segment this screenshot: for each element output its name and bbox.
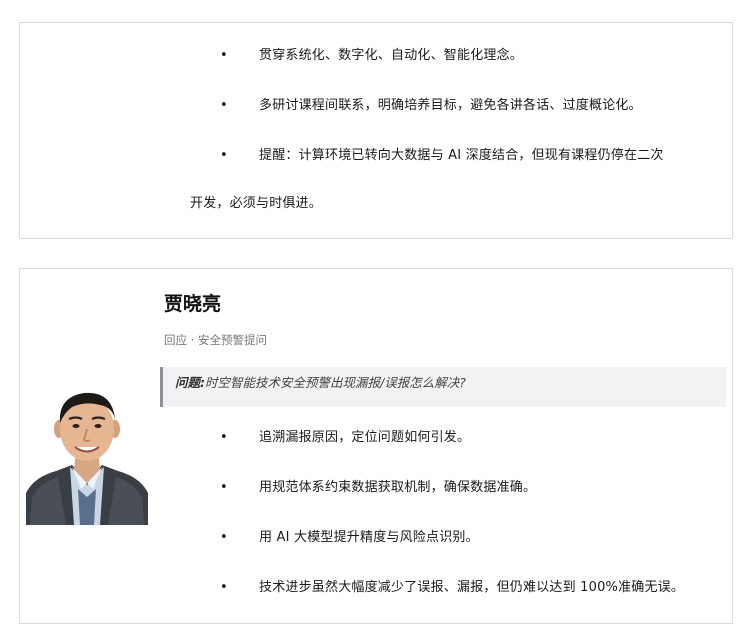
question-quote: 问题:时空智能技术安全预警出现漏报/误报怎么解决? — [160, 367, 726, 407]
list-item: • 提醒：计算环境已转向大数据与 AI 深度结合，但现有课程仍停在二次 — [20, 145, 732, 167]
bullet-icon: • — [220, 480, 228, 495]
question-text: 时空智能技术安全预警出现漏报/误报怎么解决? — [205, 375, 466, 390]
question-label: 问题: — [175, 375, 205, 390]
list-item: • 多研讨课程间联系，明确培养目标，避免各讲各话、过度概论化。 — [20, 95, 732, 117]
author-name: 贾晓亮 — [164, 293, 222, 315]
bullet-icon: • — [220, 98, 228, 113]
list-item: • 追溯漏报原因，定位问题如何引发。 — [20, 427, 732, 449]
list-item: • 用 AI 大模型提升精度与风险点识别。 — [20, 527, 732, 549]
list-item-continuation: 开发，必须与时俱进。 — [190, 196, 323, 211]
reply-meta: 回应 · 安全预警提问 — [164, 333, 267, 347]
post-card-top: • 贯穿系统化、数字化、自动化、智能化理念。 • 多研讨课程间联系，明确培养目标… — [19, 22, 733, 239]
list-item-text: 用 AI 大模型提升精度与风险点识别。 — [259, 530, 479, 545]
list-item: • 贯穿系统化、数字化、自动化、智能化理念。 — [20, 45, 732, 67]
bullet-icon: • — [220, 148, 228, 163]
page: • 贯穿系统化、数字化、自动化、智能化理念。 • 多研讨课程间联系，明确培养目标… — [0, 0, 745, 628]
list-item-text: 用规范体系约束数据获取机制，确保数据准确。 — [259, 480, 537, 495]
list-item: • 用规范体系约束数据获取机制，确保数据准确。 — [20, 477, 732, 499]
post-card-bottom: 贾晓亮 回应 · 安全预警提问 问题:时空智能技术安全预警出现漏报/误报怎么解决… — [19, 268, 733, 624]
list-item-text: 追溯漏报原因，定位问题如何引发。 — [259, 430, 471, 445]
person-portrait-icon — [26, 385, 148, 525]
list-item-text: 提醒：计算环境已转向大数据与 AI 深度结合，但现有课程仍停在二次 — [259, 148, 664, 163]
list-item-text: 多研讨课程间联系，明确培养目标，避免各讲各话、过度概论化。 — [259, 98, 642, 113]
bullet-icon: • — [220, 530, 228, 545]
bullet-icon: • — [220, 48, 228, 63]
bullet-icon: • — [220, 580, 228, 595]
list-item-text: 贯穿系统化、数字化、自动化、智能化理念。 — [259, 48, 524, 63]
bullet-icon: • — [220, 430, 228, 445]
avatar-photo — [26, 392, 148, 525]
list-item: • 技术进步虽然大幅度减少了误报、漏报，但仍难以达到 100%准确无误。 — [20, 577, 732, 599]
question-line: 问题:时空智能技术安全预警出现漏报/误报怎么解决? — [175, 374, 466, 392]
list-item-text: 技术进步虽然大幅度减少了误报、漏报，但仍难以达到 100%准确无误。 — [259, 580, 685, 595]
